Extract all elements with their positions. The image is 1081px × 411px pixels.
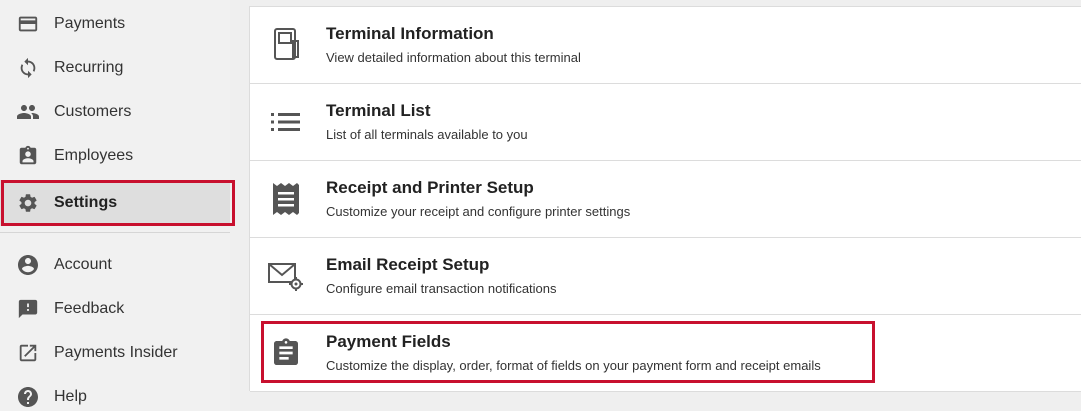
sidebar-item-customers[interactable]: Customers bbox=[0, 90, 230, 134]
gear-icon bbox=[16, 191, 40, 215]
sidebar-item-label: Help bbox=[54, 388, 87, 405]
sidebar-item-payments-insider[interactable]: Payments Insider bbox=[0, 331, 230, 375]
terminal-icon bbox=[268, 27, 304, 63]
sidebar-divider bbox=[0, 232, 230, 233]
sidebar-item-label: Payments Insider bbox=[54, 344, 178, 361]
account-circle-icon bbox=[16, 253, 40, 277]
settings-panel: Terminal Information View detailed infor… bbox=[249, 6, 1081, 392]
card-title: Terminal Information bbox=[326, 24, 494, 43]
card-terminal-list[interactable]: Terminal List List of all terminals avai… bbox=[250, 84, 1081, 161]
card-title: Email Receipt Setup bbox=[326, 255, 490, 274]
card-description: List of all terminals available to you bbox=[326, 127, 528, 142]
card-description: Configure email transaction notification… bbox=[326, 281, 557, 296]
sync-icon bbox=[16, 56, 40, 80]
sidebar-item-account[interactable]: Account bbox=[0, 243, 230, 287]
sidebar-item-employees[interactable]: Employees bbox=[0, 134, 230, 178]
feedback-icon bbox=[16, 297, 40, 321]
card-title: Terminal List bbox=[326, 101, 431, 120]
receipt-icon bbox=[268, 181, 304, 217]
card-title: Payment Fields bbox=[326, 332, 451, 351]
card-payment-fields[interactable]: Payment Fields Customize the display, or… bbox=[250, 315, 1081, 392]
sidebar-item-feedback[interactable]: Feedback bbox=[0, 287, 230, 331]
card-description: View detailed information about this ter… bbox=[326, 50, 581, 65]
clipboard-icon bbox=[268, 335, 304, 371]
sidebar-item-help[interactable]: Help bbox=[0, 375, 230, 411]
sidebar-item-recurring[interactable]: Recurring bbox=[0, 46, 230, 90]
sidebar-item-label: Feedback bbox=[54, 300, 125, 317]
card-email-receipt-setup[interactable]: Email Receipt Setup Configure email tran… bbox=[250, 238, 1081, 315]
card-description: Customize your receipt and configure pri… bbox=[326, 204, 631, 219]
card-description: Customize the display, order, format of … bbox=[326, 358, 821, 373]
badge-icon bbox=[16, 144, 40, 168]
sidebar-item-label: Settings bbox=[54, 194, 118, 211]
help-icon bbox=[16, 385, 40, 409]
list-icon bbox=[268, 104, 304, 140]
sidebar-item-payments[interactable]: Payments bbox=[0, 2, 230, 46]
card-receipt-printer-setup[interactable]: Receipt and Printer Setup Customize your… bbox=[250, 161, 1081, 238]
email-settings-icon bbox=[268, 258, 304, 294]
sidebar-item-label: Payments bbox=[54, 15, 126, 32]
sidebar-item-label: Employees bbox=[54, 147, 134, 164]
card-terminal-information[interactable]: Terminal Information View detailed infor… bbox=[250, 7, 1081, 84]
people-icon bbox=[16, 100, 40, 124]
sidebar-item-label: Customers bbox=[54, 103, 132, 120]
sidebar-item-label: Recurring bbox=[54, 59, 124, 76]
sidebar-item-settings[interactable]: Settings bbox=[0, 180, 230, 226]
credit-card-icon bbox=[16, 12, 40, 36]
sidebar-nav: Payments Recurring Customers Employees S… bbox=[0, 0, 230, 411]
card-title: Receipt and Printer Setup bbox=[326, 178, 534, 197]
external-link-icon bbox=[16, 341, 40, 365]
sidebar-item-label: Account bbox=[54, 256, 112, 273]
